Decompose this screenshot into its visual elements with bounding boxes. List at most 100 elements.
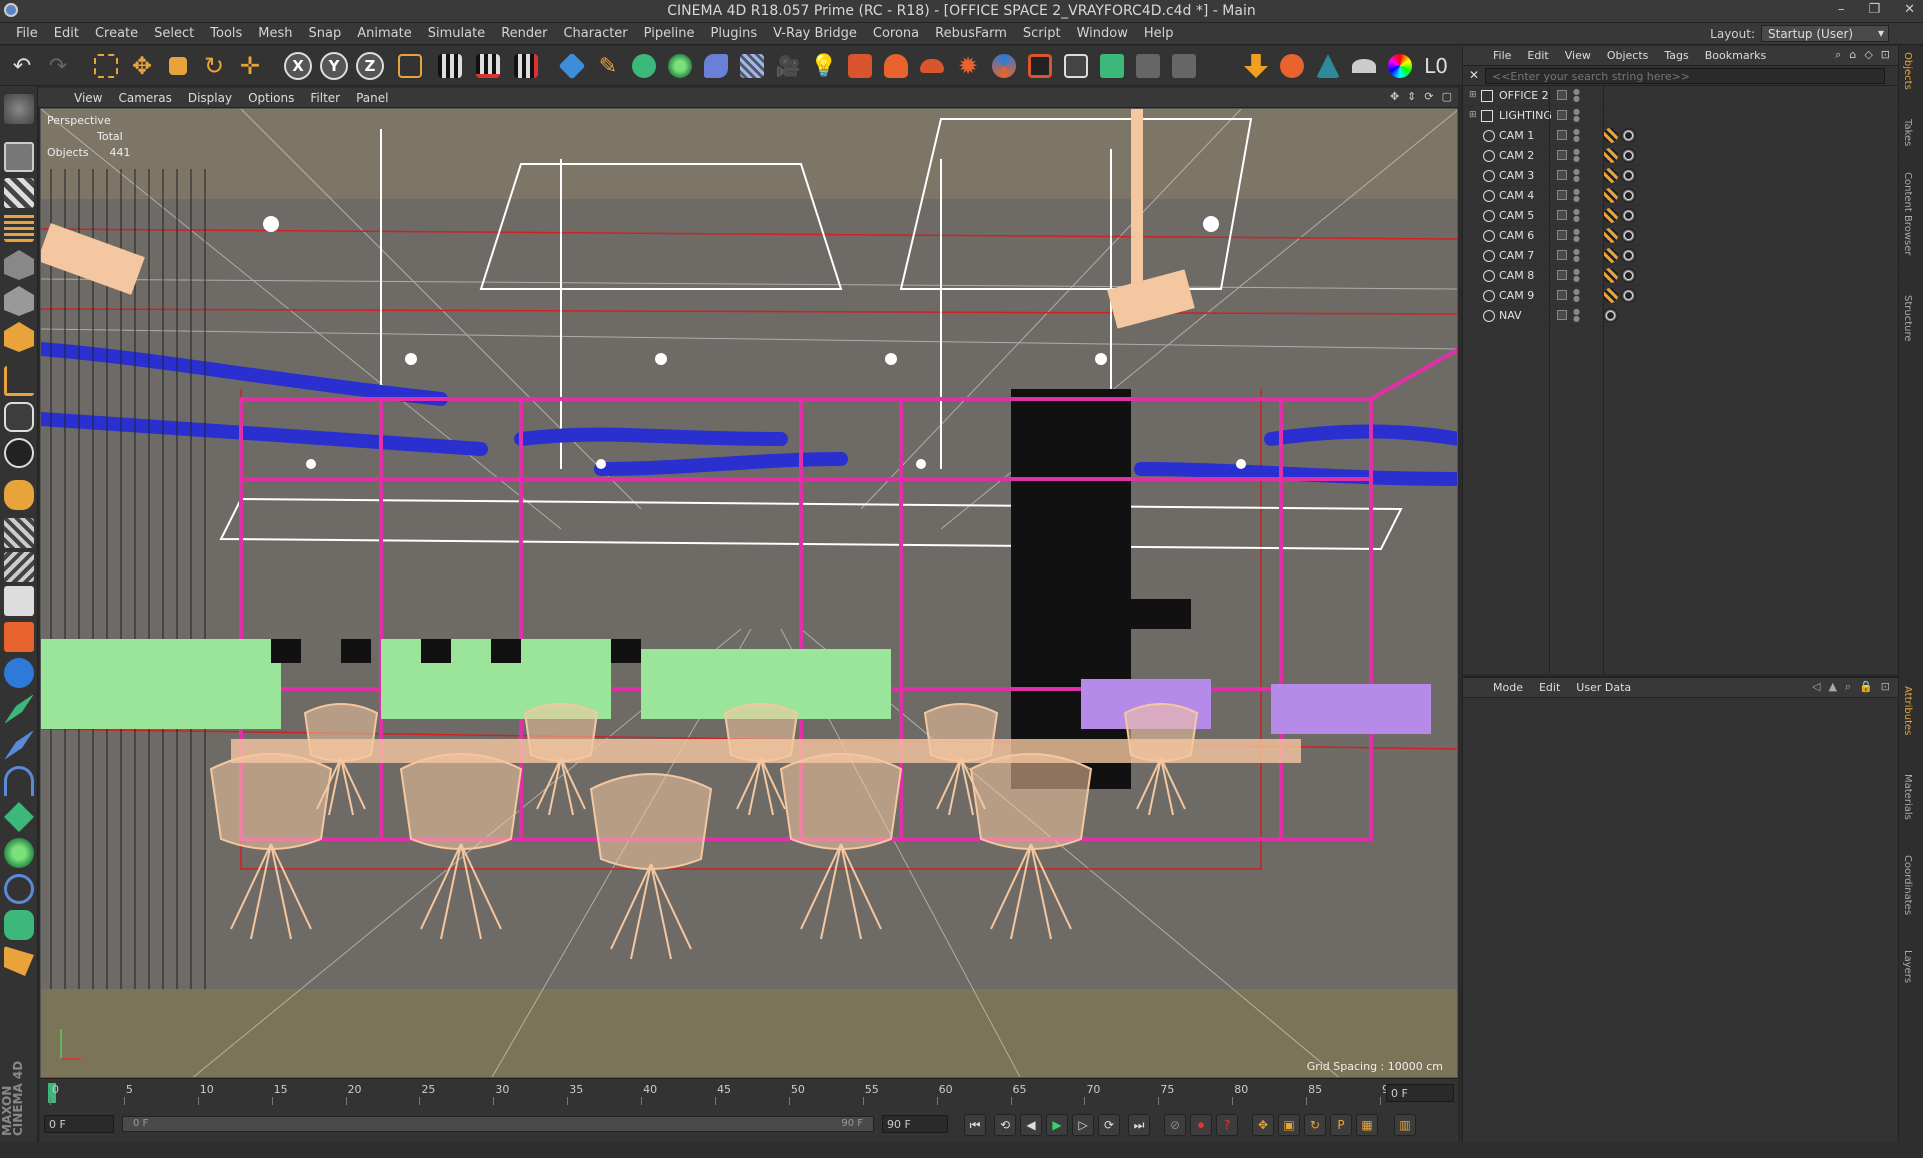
- attributes-menu-mode[interactable]: Mode: [1485, 681, 1531, 694]
- object-row[interactable]: CAM 4 ● ●: [1463, 186, 1898, 206]
- side-tab-layers[interactable]: Layers: [1902, 950, 1913, 983]
- object-row[interactable]: CAM 6 ● ●: [1463, 226, 1898, 246]
- viewport-menu-display[interactable]: Display: [180, 91, 240, 105]
- side-tab-content-browser[interactable]: Content Browser: [1902, 172, 1913, 255]
- parameter-key-button[interactable]: P: [1330, 1114, 1352, 1136]
- undo-button[interactable]: ↶: [6, 50, 38, 82]
- edges-mode-button[interactable]: [4, 286, 34, 316]
- protection-tag-icon[interactable]: [1603, 168, 1618, 183]
- camera-tag-icon[interactable]: [1621, 248, 1636, 263]
- protection-tag-icon[interactable]: [1603, 228, 1618, 243]
- layer-visibility-toggle[interactable]: [1557, 170, 1567, 180]
- visibility-dots[interactable]: ● ●: [1573, 228, 1580, 243]
- camera-tag-icon[interactable]: [1621, 228, 1636, 243]
- menu-pipeline[interactable]: Pipeline: [636, 26, 703, 41]
- protection-tag-icon[interactable]: [1603, 288, 1618, 303]
- visibility-dots[interactable]: ● ●: [1573, 108, 1580, 123]
- position-key-button[interactable]: ✥: [1252, 1114, 1274, 1136]
- corona-button[interactable]: [1240, 50, 1272, 82]
- viewport-layout-icon[interactable]: ▢: [1442, 90, 1452, 103]
- visibility-dots[interactable]: ● ●: [1573, 308, 1580, 323]
- vray-sun-button[interactable]: ✹: [952, 50, 984, 82]
- visibility-dots[interactable]: ● ●: [1573, 148, 1580, 163]
- bend-button[interactable]: [4, 874, 34, 904]
- clear-search-icon[interactable]: ✕: [1469, 68, 1479, 82]
- make-editable-button[interactable]: [4, 94, 34, 124]
- search-icon[interactable]: ⌕: [1835, 48, 1841, 62]
- object-row[interactable]: CAM 1 ● ●: [1463, 126, 1898, 146]
- object-row[interactable]: CAM 3 ● ●: [1463, 166, 1898, 186]
- deformer-button[interactable]: [700, 50, 732, 82]
- protection-tag-icon[interactable]: [1603, 268, 1618, 283]
- camera-tag-icon[interactable]: [1603, 308, 1618, 323]
- up-arrow-icon[interactable]: ▲: [1828, 680, 1836, 694]
- menu-animate[interactable]: Animate: [349, 26, 419, 41]
- side-tab-takes[interactable]: Takes: [1902, 119, 1913, 146]
- camera-tag-icon[interactable]: [1621, 168, 1636, 183]
- magnet-button[interactable]: [4, 480, 34, 510]
- layer-visibility-toggle[interactable]: [1557, 110, 1567, 120]
- menu-mesh[interactable]: Mesh: [250, 26, 300, 41]
- camera-tag-icon[interactable]: [1621, 268, 1636, 283]
- render-picture-viewer-button[interactable]: [472, 50, 504, 82]
- frame-range-slider[interactable]: 0 F 90 F: [122, 1116, 874, 1132]
- objects-menu-objects[interactable]: Objects: [1599, 49, 1657, 62]
- rotate-button[interactable]: ↻: [198, 50, 230, 82]
- vray-sky-button[interactable]: [916, 50, 948, 82]
- pen-button[interactable]: ✎: [592, 50, 624, 82]
- workplane-button[interactable]: [4, 212, 34, 242]
- mograph-button[interactable]: [4, 838, 34, 868]
- viewport-menu-filter[interactable]: Filter: [302, 91, 348, 105]
- close-button[interactable]: ✕: [1904, 2, 1915, 17]
- viewport-zoom-icon[interactable]: ⇕: [1407, 90, 1416, 103]
- viewport-menu-cameras[interactable]: Cameras: [110, 91, 179, 105]
- corona-parachute-button[interactable]: [1348, 50, 1380, 82]
- vray-tool-button-a[interactable]: [1132, 50, 1164, 82]
- solo-button[interactable]: [4, 586, 34, 616]
- object-row[interactable]: CAM 2 ● ●: [1463, 146, 1898, 166]
- object-row[interactable]: CAM 7 ● ●: [1463, 246, 1898, 266]
- camera-tag-icon[interactable]: [1621, 208, 1636, 223]
- scale-key-button[interactable]: ▣: [1278, 1114, 1300, 1136]
- menu-rebusfarm[interactable]: RebusFarm: [927, 26, 1015, 41]
- object-row[interactable]: CAM 5 ● ●: [1463, 206, 1898, 226]
- maximize-button[interactable]: ❐: [1868, 2, 1880, 17]
- timeline[interactable]: 051015202530354045505560657075808590 0 F: [40, 1078, 1458, 1108]
- layer-visibility-toggle[interactable]: [1557, 130, 1567, 140]
- subdivision-button[interactable]: [628, 50, 660, 82]
- layer-visibility-toggle[interactable]: [1557, 310, 1567, 320]
- end-frame-field[interactable]: 90 F: [882, 1115, 948, 1133]
- menu-plugins[interactable]: Plugins: [703, 26, 766, 41]
- viewport-move-icon[interactable]: ✥: [1390, 90, 1399, 103]
- goto-end-button[interactable]: ⏭: [1128, 1114, 1150, 1136]
- objects-menu-file[interactable]: File: [1485, 49, 1519, 62]
- camera-tag-icon[interactable]: [1621, 288, 1636, 303]
- object-row[interactable]: ⊞ OFFICE 2 ● ●: [1463, 86, 1898, 106]
- protection-tag-icon[interactable]: [1603, 188, 1618, 203]
- object-row[interactable]: NAV ● ●: [1463, 306, 1898, 326]
- viewport-menu-options[interactable]: Options: [240, 91, 302, 105]
- menu-script[interactable]: Script: [1015, 26, 1069, 41]
- menu-render[interactable]: Render: [493, 26, 555, 41]
- cube-button[interactable]: [556, 50, 588, 82]
- menu-create[interactable]: Create: [87, 26, 146, 41]
- visibility-dots[interactable]: ● ●: [1573, 188, 1580, 203]
- column-divider[interactable]: [1549, 86, 1550, 674]
- workplane-lock-button[interactable]: [4, 518, 34, 548]
- collapse-icon[interactable]: ◇: [1864, 48, 1872, 62]
- array-button[interactable]: [664, 50, 696, 82]
- recent-tool-button[interactable]: ✛: [234, 50, 266, 82]
- record-key-button[interactable]: ⊘: [1164, 1114, 1186, 1136]
- keyframe-selection-button[interactable]: ?: [1216, 1114, 1238, 1136]
- rotation-key-button[interactable]: ↻: [1304, 1114, 1326, 1136]
- layer-visibility-toggle[interactable]: [1557, 230, 1567, 240]
- hair-button[interactable]: [4, 910, 34, 940]
- new-panel-icon[interactable]: ⊡: [1881, 680, 1890, 694]
- menu-v-ray-bridge[interactable]: V-Ray Bridge: [765, 26, 865, 41]
- scale-button[interactable]: [162, 50, 194, 82]
- knife-button[interactable]: [4, 658, 34, 688]
- menu-character[interactable]: Character: [555, 26, 635, 41]
- model-mode-button[interactable]: [4, 142, 34, 172]
- new-panel-icon[interactable]: ⊡: [1881, 48, 1890, 62]
- next-key-button[interactable]: ⟳: [1098, 1114, 1120, 1136]
